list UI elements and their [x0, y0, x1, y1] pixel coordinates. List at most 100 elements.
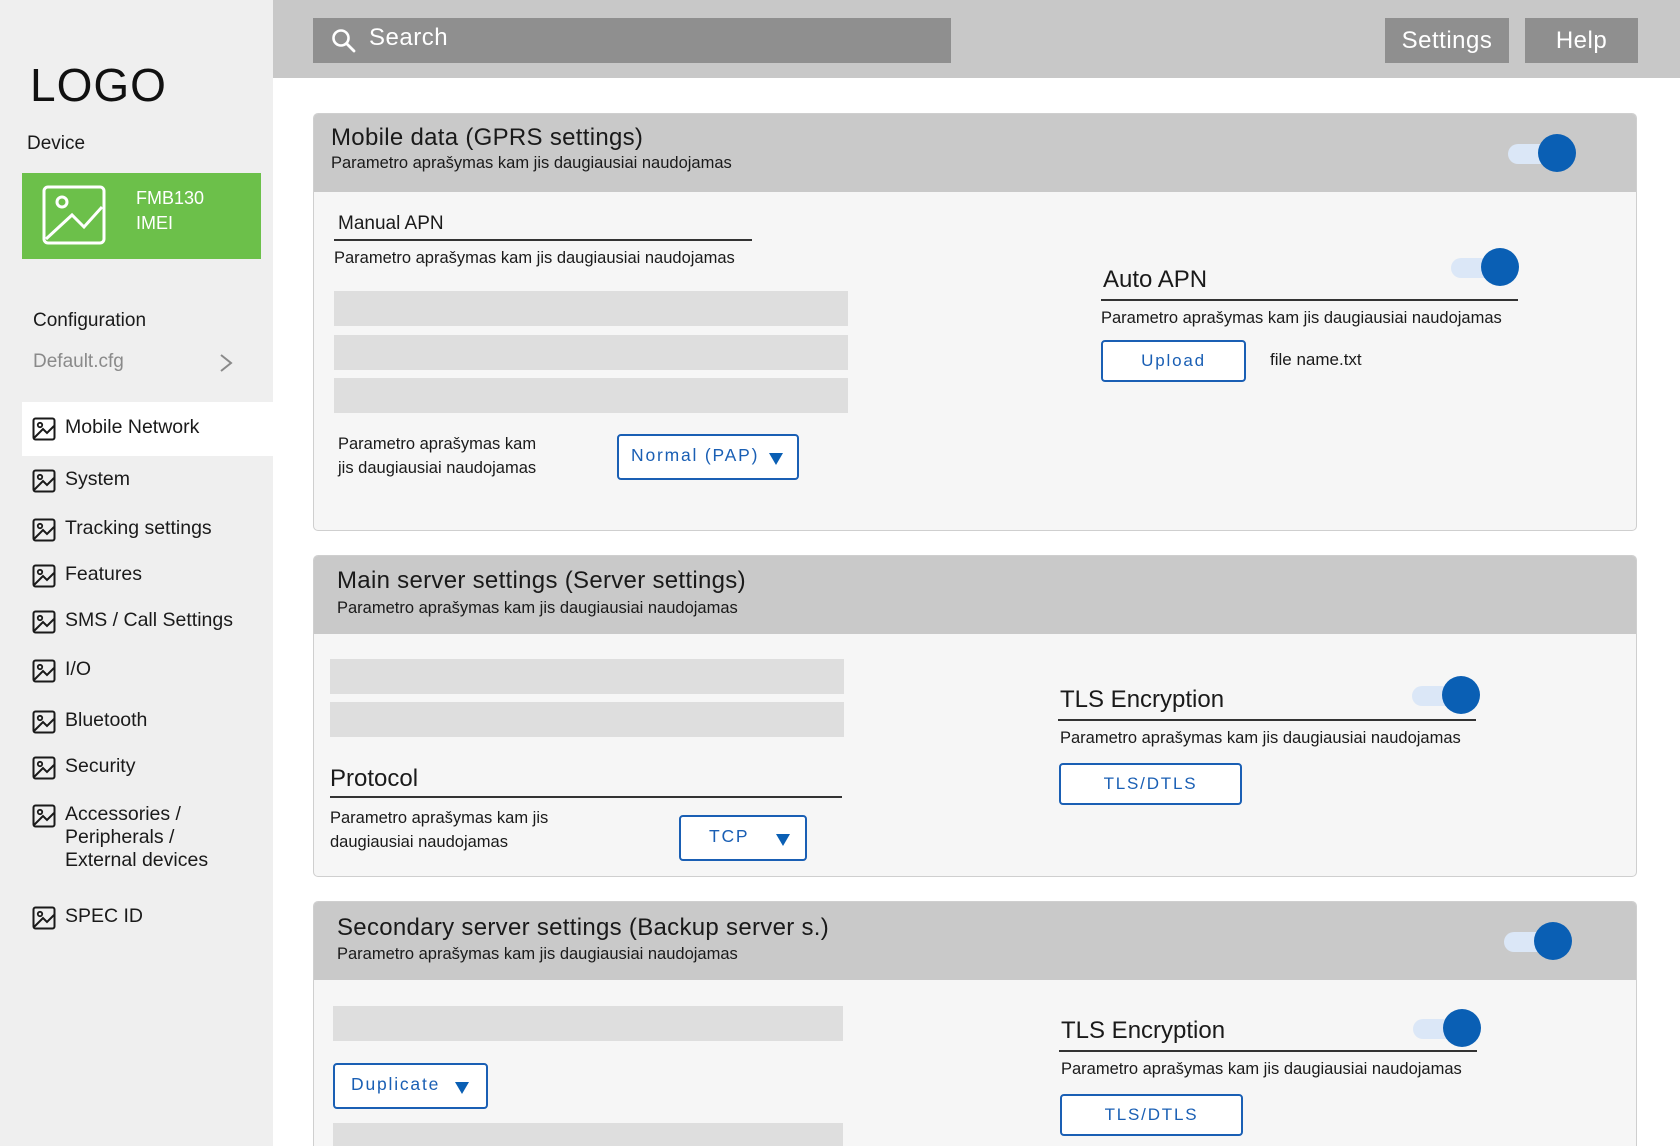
sidebar-item-sms-call-settings[interactable]: SMS / Call Settings	[22, 598, 273, 646]
toggle-knob	[1538, 134, 1576, 172]
dropdown-arrow-icon	[769, 453, 783, 465]
panel-title: Main server settings (Server settings)	[337, 567, 746, 594]
apn-field[interactable]	[334, 291, 848, 326]
sidebar-item-tracking-settings[interactable]: Tracking settings	[22, 504, 273, 552]
sidebar-item-system[interactable]: System	[22, 456, 273, 504]
sidebar-item-label-line: External devices	[65, 849, 209, 871]
sidebar-item-label: Features	[65, 563, 142, 585]
search-input[interactable]: Search	[313, 18, 951, 63]
backup-port-field[interactable]	[333, 1123, 843, 1146]
image-icon	[32, 710, 56, 734]
config-file-selector[interactable]: Default.cfg	[33, 351, 233, 373]
top-bar: Search Settings Help	[273, 0, 1680, 78]
protocol-description-line: daugiausiai naudojamas	[330, 833, 508, 851]
select-value: Normal (PAP)	[631, 445, 760, 465]
sidebar-item-label-line: Peripherals /	[65, 826, 175, 848]
device-card[interactable]: FMB130 IMEI	[22, 173, 261, 259]
config-file-name: Default.cfg	[33, 351, 124, 372]
device-model: FMB130	[136, 188, 205, 208]
auth-description-line: Parametro aprašymas kam	[338, 435, 537, 453]
sidebar-item-features[interactable]: Features	[22, 552, 273, 598]
image-icon	[32, 417, 56, 441]
protocol-title: Protocol	[330, 765, 419, 792]
dropdown-arrow-icon	[455, 1082, 469, 1094]
protocol-select[interactable]: TCP	[679, 815, 807, 861]
panel-header: Mobile data (GPRS settings) Parametro ap…	[314, 114, 1636, 192]
gprs-toggle[interactable]	[1508, 134, 1578, 172]
panel-description: Parametro aprašymas kam jis daugiausiai …	[331, 154, 732, 172]
sidebar-item-io[interactable]: I/O	[22, 646, 273, 696]
protocol-description: Parametro aprašymas kam jis daugiausiai …	[330, 806, 548, 854]
tls-title: TLS Encryption	[1061, 1017, 1226, 1044]
sidebar-item-bluetooth[interactable]: Bluetooth	[22, 696, 273, 744]
app-window: LOGO Device FMB130 IMEI Configuration De…	[0, 0, 1680, 1146]
tls-description: Parametro aprašymas kam jis daugiausiai …	[1061, 1060, 1462, 1078]
image-icon	[32, 906, 56, 930]
apn-password-field[interactable]	[334, 378, 848, 413]
divider	[1101, 299, 1518, 301]
backup-domain-field[interactable]	[333, 1006, 843, 1041]
sidebar-item-label: Security	[65, 755, 136, 777]
toggle-knob	[1481, 248, 1519, 286]
chevron-right-icon	[220, 354, 233, 372]
dropdown-arrow-icon	[776, 834, 790, 846]
toggle-knob	[1442, 676, 1480, 714]
tls-description: Parametro aprašymas kam jis daugiausiai …	[1060, 729, 1461, 747]
toggle-knob	[1534, 922, 1572, 960]
tls-toggle[interactable]	[1412, 676, 1482, 714]
apn-username-field[interactable]	[334, 335, 848, 370]
panel-title: Secondary server settings (Backup server…	[337, 914, 830, 941]
server-port-field[interactable]	[330, 702, 844, 737]
auto-apn-description: Parametro aprašymas kam jis daugiausiai …	[1101, 309, 1502, 327]
logo: LOGO	[30, 59, 167, 111]
divider	[1058, 719, 1476, 721]
sidebar: LOGO Device FMB130 IMEI Configuration De…	[0, 0, 273, 1146]
auto-apn-title: Auto APN	[1103, 266, 1208, 293]
sidebar-item-label: Tracking settings	[65, 517, 212, 539]
settings-button[interactable]: Settings	[1385, 18, 1509, 63]
divider	[330, 796, 842, 798]
tls-dtls-button[interactable]: TLS/DTLS	[1060, 1094, 1243, 1136]
panel-header: Secondary server settings (Backup server…	[314, 902, 1636, 980]
manual-apn-description: Parametro aprašymas kam jis daugiausiai …	[334, 249, 735, 267]
sidebar-item-label: SPEC ID	[65, 905, 144, 927]
device-imei: IMEI	[136, 213, 174, 233]
help-button[interactable]: Help	[1525, 18, 1638, 63]
auth-type-select[interactable]: Normal (PAP)	[617, 434, 799, 480]
sidebar-item-label-line: Accessories /	[65, 803, 181, 825]
search-placeholder: Search	[369, 24, 449, 51]
image-icon	[32, 469, 56, 493]
sidebar-item-label: I/O	[65, 658, 92, 680]
uploaded-file-name: file name.txt	[1270, 350, 1362, 369]
search-icon	[332, 29, 356, 53]
tls-toggle[interactable]	[1413, 1009, 1483, 1047]
divider	[1059, 1050, 1477, 1052]
toggle-knob	[1443, 1009, 1481, 1047]
image-icon	[32, 564, 56, 588]
gprs-settings-panel: Mobile data (GPRS settings) Parametro ap…	[313, 113, 1637, 531]
auto-apn-toggle[interactable]	[1451, 248, 1521, 286]
sidebar-item-spec-id[interactable]: SPEC ID	[22, 892, 273, 940]
sidebar-item-mobile-network[interactable]: Mobile Network	[22, 402, 273, 456]
sidebar-item-label: SMS / Call Settings	[65, 609, 233, 631]
panel-description: Parametro aprašymas kam jis daugiausiai …	[337, 945, 738, 963]
device-label: Device	[27, 133, 86, 154]
server-domain-field[interactable]	[330, 659, 844, 694]
server-mode-select[interactable]: Duplicate	[333, 1063, 488, 1109]
auth-description: Parametro aprašymas kam jis daugiausiai …	[338, 432, 536, 480]
auth-description-line: jis daugiausiai naudojamas	[338, 459, 537, 477]
main-server-panel: Main server settings (Server settings) P…	[313, 555, 1637, 877]
tls-dtls-button[interactable]: TLS/DTLS	[1059, 763, 1242, 805]
panel-description: Parametro aprašymas kam jis daugiausiai …	[337, 599, 738, 617]
sidebar-item-label: Mobile Network	[65, 416, 200, 438]
sidebar-item-accessories[interactable]: Accessories / Peripherals / External dev…	[22, 792, 273, 892]
configuration-label: Configuration	[33, 310, 147, 331]
sidebar-item-security[interactable]: Security	[22, 744, 273, 792]
secondary-server-toggle[interactable]	[1504, 922, 1574, 960]
image-icon	[42, 185, 106, 245]
select-value: Duplicate	[351, 1074, 441, 1094]
image-icon	[32, 518, 56, 542]
secondary-server-panel: Secondary server settings (Backup server…	[313, 901, 1637, 1146]
image-icon	[32, 610, 56, 634]
upload-button[interactable]: Upload	[1101, 340, 1246, 382]
